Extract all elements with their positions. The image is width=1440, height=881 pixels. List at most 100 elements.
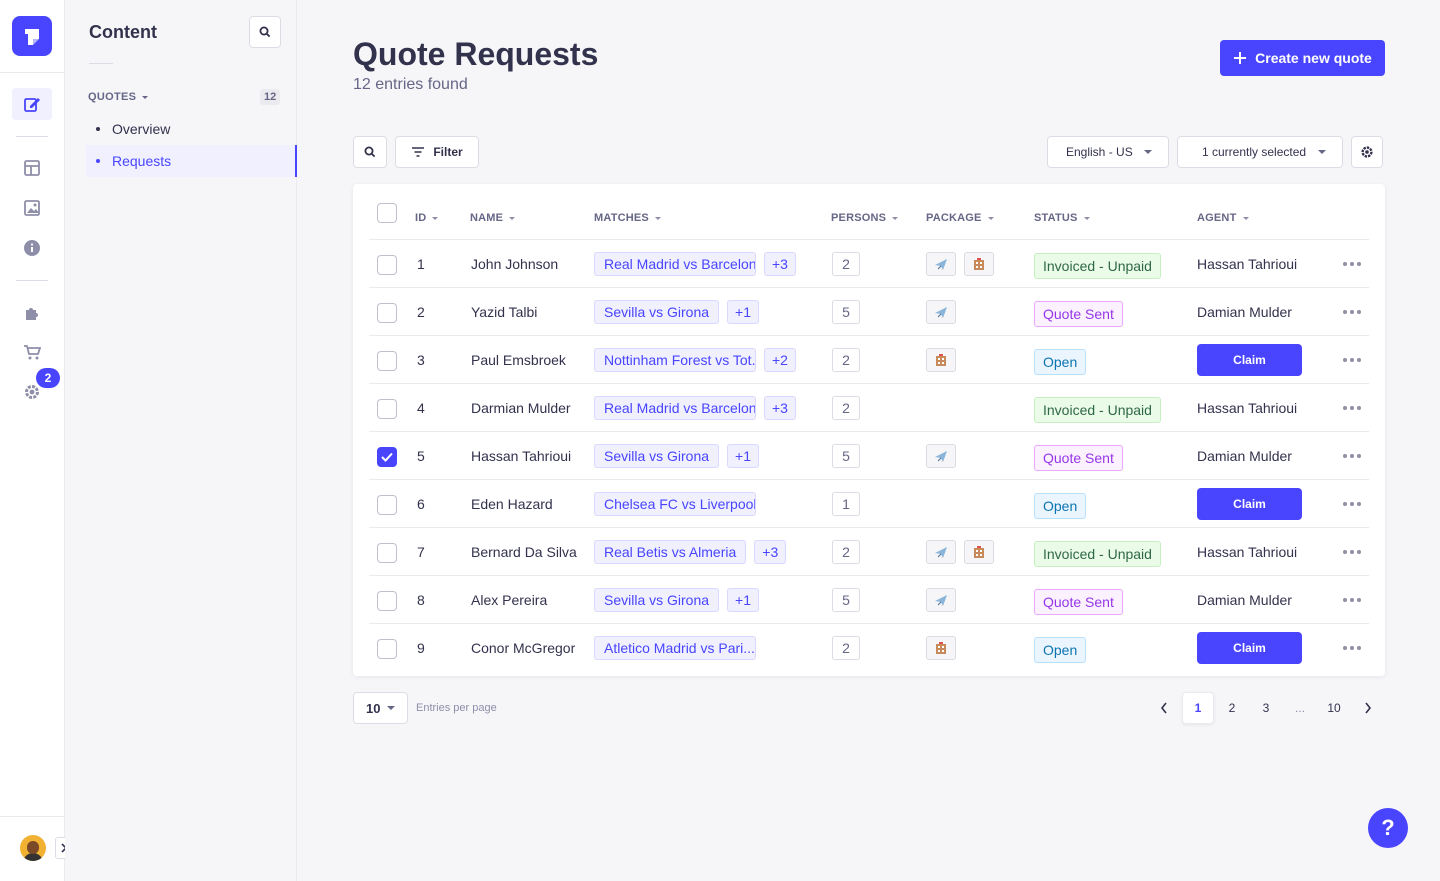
row-name: Yazid Talbi — [471, 304, 538, 320]
search-icon — [364, 146, 376, 158]
column-selection-select[interactable]: 1 currently selected — [1177, 136, 1343, 168]
row-id: 6 — [417, 496, 425, 512]
column-header-id[interactable]: ID — [415, 212, 439, 224]
column-header-matches[interactable]: MATCHES — [594, 212, 661, 224]
table-row[interactable]: 9 Conor McGregor Atletico Madrid vs Pari..… — [353, 624, 1385, 672]
caret-down-icon — [142, 95, 149, 99]
more-matches-tag[interactable]: +3 — [764, 252, 796, 276]
table-settings-button[interactable] — [1351, 136, 1383, 168]
column-header-status[interactable]: STATUS — [1034, 212, 1090, 224]
column-header-persons[interactable]: PERSONS — [831, 212, 899, 224]
match-tag[interactable]: Real Madrid vs Barcelona — [594, 396, 756, 420]
status-badge: Invoiced - Unpaid — [1034, 397, 1161, 423]
row-checkbox[interactable] — [377, 639, 397, 659]
more-matches-tag[interactable]: +3 — [754, 540, 787, 564]
next-page-button[interactable] — [1352, 692, 1384, 724]
more-matches-tag[interactable]: +2 — [764, 348, 796, 372]
row-agent: Damian Mulder — [1197, 304, 1292, 320]
claim-button[interactable]: Claim — [1197, 344, 1302, 376]
table-row[interactable]: 8 Alex Pereira Sevilla vs Girona +1 5 Quote S… — [353, 576, 1385, 624]
select-all-checkbox[interactable] — [377, 203, 397, 223]
match-tag[interactable]: Real Betis vs Almeria — [594, 540, 747, 564]
caret-down-icon — [387, 706, 395, 710]
claim-button[interactable]: Claim — [1197, 488, 1302, 520]
column-header-agent[interactable]: AGENT — [1197, 212, 1249, 224]
row-checkbox[interactable] — [377, 543, 397, 563]
nav-plugins[interactable] — [12, 296, 52, 328]
match-tag[interactable]: Sevilla vs Girona — [594, 300, 720, 324]
subnav-item-overview[interactable]: Overview — [86, 113, 297, 145]
match-tag[interactable]: Sevilla vs Girona — [594, 588, 720, 612]
locale-select[interactable]: English - US — [1047, 136, 1169, 168]
table-row[interactable]: 7 Bernard Da Silva Real Betis vs Almeria +3… — [353, 528, 1385, 576]
row-checkbox[interactable] — [377, 255, 397, 275]
row-checkbox[interactable] — [377, 495, 397, 515]
row-checkbox[interactable] — [377, 303, 397, 323]
nav-marketplace[interactable] — [12, 336, 52, 368]
table-row[interactable]: 4 Darmian Mulder Real Madrid vs Barcelona +… — [353, 384, 1385, 432]
search-icon — [259, 26, 271, 38]
entries-count: 12 entries found — [353, 76, 468, 93]
row-actions-menu[interactable] — [1343, 502, 1361, 506]
more-matches-tag[interactable]: +1 — [727, 588, 760, 612]
column-header-name[interactable]: NAME — [470, 212, 516, 224]
row-actions-menu[interactable] — [1343, 406, 1361, 410]
table-search-button[interactable] — [353, 136, 387, 168]
filter-button[interactable]: Filter — [395, 136, 479, 168]
help-button[interactable]: ? — [1368, 808, 1408, 848]
match-tag[interactable]: Real Madrid vs Barcelona — [594, 252, 756, 276]
rail-separator — [16, 136, 48, 137]
row-actions-menu[interactable] — [1343, 598, 1361, 602]
row-checkbox[interactable] — [377, 399, 397, 419]
row-actions-menu[interactable] — [1343, 646, 1361, 650]
user-avatar[interactable] — [20, 835, 46, 861]
nav-content-type-builder[interactable] — [12, 152, 52, 184]
table-row[interactable]: 2 Yazid Talbi Sevilla vs Girona +1 5 Quote Se… — [353, 288, 1385, 336]
quotes-section-toggle[interactable]: QUOTES — [88, 91, 149, 103]
entries-per-page-select[interactable]: 10 — [353, 692, 408, 724]
table-row[interactable]: 6 Eden Hazard Chelsea FC vs Liverpool 1 Open… — [353, 480, 1385, 528]
row-checkbox[interactable] — [377, 591, 397, 611]
media-library-icon — [24, 200, 40, 216]
more-matches-tag[interactable]: +1 — [727, 444, 760, 468]
nav-info[interactable] — [12, 232, 52, 264]
row-actions-menu[interactable] — [1343, 550, 1361, 554]
match-tag[interactable]: Atletico Madrid vs Pari... — [594, 636, 756, 660]
hotel-package-badge — [964, 540, 994, 564]
row-actions-menu[interactable] — [1343, 358, 1361, 362]
page-10-button[interactable]: 10 — [1318, 692, 1350, 724]
page-3-button[interactable]: 3 — [1250, 692, 1282, 724]
create-new-quote-button[interactable]: Create new quote — [1220, 40, 1385, 76]
table-row[interactable]: 3 Paul Emsbroek Nottinham Forest vs Tot...… — [353, 336, 1385, 384]
column-header-package[interactable]: PACKAGE — [926, 212, 994, 224]
persons-count: 2 — [832, 540, 860, 564]
row-name: Alex Pereira — [471, 592, 548, 608]
row-checkbox[interactable] — [377, 447, 397, 467]
row-actions-menu[interactable] — [1343, 310, 1361, 314]
table-row[interactable]: 1 John Johnson Real Madrid vs Barcelona +3 2… — [353, 240, 1385, 288]
caret-down-icon — [1144, 150, 1152, 154]
row-actions-menu[interactable] — [1343, 262, 1361, 266]
nav-content-manager[interactable] — [12, 88, 52, 120]
subnav-item-requests[interactable]: Requests — [86, 145, 297, 177]
more-matches-tag[interactable]: +3 — [764, 396, 796, 420]
page-1-button[interactable]: 1 — [1182, 692, 1214, 724]
content-subnav: Content QUOTES 12 Overview Requests — [65, 0, 297, 881]
main-nav-rail: 2 — [0, 0, 72, 881]
row-actions-menu[interactable] — [1343, 454, 1361, 458]
match-tag[interactable]: Nottinham Forest vs Tot... — [594, 348, 756, 372]
sort-caret-icon — [432, 216, 439, 220]
claim-button[interactable]: Claim — [1197, 632, 1302, 664]
match-tag[interactable]: Sevilla vs Girona — [594, 444, 720, 468]
app-logo[interactable] — [12, 16, 52, 56]
more-matches-tag[interactable]: +1 — [727, 300, 760, 324]
match-tag[interactable]: Chelsea FC vs Liverpool — [594, 492, 756, 516]
table-row[interactable]: 5 Hassan Tahrioui Sevilla vs Girona +1 5 Quot… — [353, 432, 1385, 480]
subnav-search-button[interactable] — [249, 16, 281, 48]
previous-page-button[interactable] — [1148, 692, 1180, 724]
nav-media-library[interactable] — [12, 192, 52, 224]
page-2-button[interactable]: 2 — [1216, 692, 1248, 724]
row-checkbox[interactable] — [377, 351, 397, 371]
locale-value: English - US — [1066, 145, 1133, 159]
row-id: 5 — [417, 448, 425, 464]
